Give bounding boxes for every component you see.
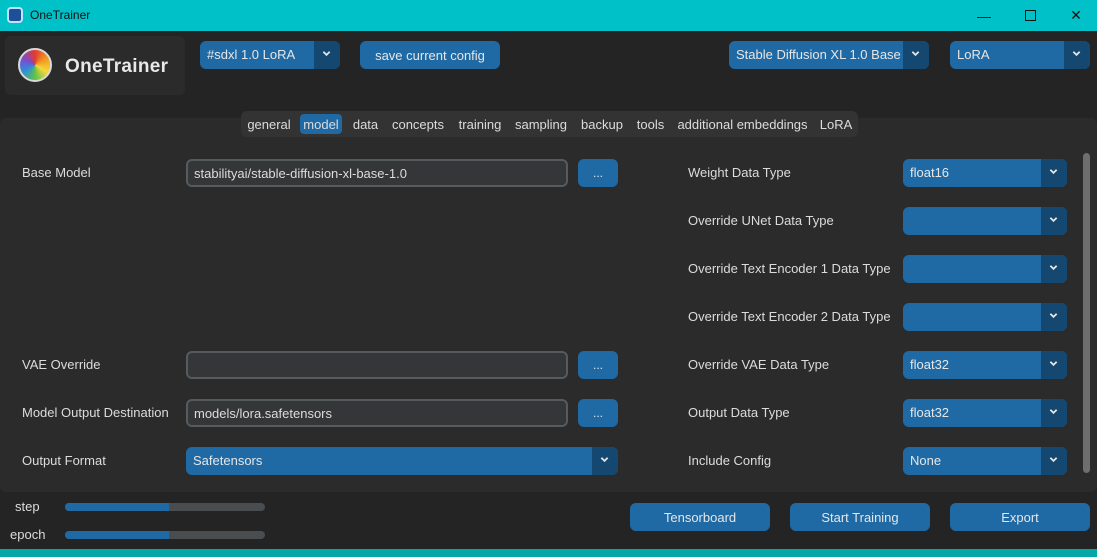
training-method-select-arrow[interactable] — [1064, 41, 1090, 69]
unet-dtype-arrow[interactable] — [1041, 207, 1067, 235]
chevron-down-icon — [1049, 361, 1058, 367]
training-method-select[interactable]: LoRA — [950, 41, 1090, 69]
close-icon: ✕ — [1070, 7, 1082, 23]
base-model-label: Base Model — [22, 165, 91, 180]
output-format-label: Output Format — [22, 453, 106, 468]
te1-dtype-arrow[interactable] — [1041, 255, 1067, 283]
export-button[interactable]: Export — [950, 503, 1090, 531]
step-progress-bar — [65, 503, 265, 511]
scrollbar-thumb[interactable] — [1083, 153, 1090, 473]
model-type-select-arrow[interactable] — [903, 41, 929, 69]
vae-dtype-arrow[interactable] — [1041, 351, 1067, 379]
config-select-arrow[interactable] — [314, 41, 340, 69]
weight-dtype-arrow[interactable] — [1041, 159, 1067, 187]
include-config-label: Include Config — [688, 453, 772, 468]
minimize-icon: — — [977, 7, 991, 24]
config-select-value: #sdxl 1.0 LoRA — [207, 47, 296, 62]
chevron-down-icon — [1049, 265, 1058, 271]
te2-dtype-select[interactable] — [903, 303, 1067, 331]
vae-override-label: VAE Override — [22, 357, 101, 372]
output-destination-browse-button[interactable]: ... — [578, 399, 618, 427]
close-button[interactable]: ✕ — [1053, 0, 1097, 31]
output-format-value: Safetensors — [193, 453, 263, 468]
output-destination-value: models/lora.safetensors — [194, 406, 333, 421]
tab-training[interactable]: training — [454, 114, 506, 134]
epoch-label: epoch — [10, 527, 46, 542]
app-icon — [7, 7, 23, 23]
minimize-button[interactable]: — — [961, 0, 1007, 31]
model-type-select-value: Stable Diffusion XL 1.0 Base — [736, 47, 901, 62]
output-dtype-label: Output Data Type — [688, 405, 790, 420]
chevron-down-icon — [600, 457, 609, 463]
unet-dtype-select[interactable] — [903, 207, 1067, 235]
vae-dtype-select[interactable]: float32 — [903, 351, 1067, 379]
start-training-button[interactable]: Start Training — [790, 503, 930, 531]
training-method-select-value: LoRA — [957, 47, 990, 62]
chevron-down-icon — [322, 51, 331, 57]
te1-dtype-label: Override Text Encoder 1 Data Type — [688, 261, 891, 276]
model-type-select[interactable]: Stable Diffusion XL 1.0 Base — [729, 41, 929, 69]
weight-dtype-select[interactable]: float16 — [903, 159, 1067, 187]
taskbar-strip — [0, 549, 1097, 557]
tab-data[interactable]: data — [349, 114, 382, 134]
vae-dtype-value: float32 — [910, 357, 950, 372]
output-dtype-arrow[interactable] — [1041, 399, 1067, 427]
unet-dtype-label: Override UNet Data Type — [688, 213, 834, 228]
te2-dtype-arrow[interactable] — [1041, 303, 1067, 331]
te2-dtype-label: Override Text Encoder 2 Data Type — [688, 309, 891, 324]
config-select[interactable]: #sdxl 1.0 LoRA — [200, 41, 340, 69]
save-config-button[interactable]: save current config — [360, 41, 500, 69]
tab-bar: general model data concepts training sam… — [241, 111, 858, 137]
maximize-icon — [1024, 10, 1036, 21]
step-label: step — [15, 499, 40, 514]
output-format-arrow[interactable] — [592, 447, 618, 475]
chevron-down-icon — [1049, 409, 1058, 415]
weight-dtype-value: float16 — [910, 165, 950, 180]
tab-lora[interactable]: LoRA — [817, 114, 855, 134]
output-dtype-select[interactable]: float32 — [903, 399, 1067, 427]
tab-sampling[interactable]: sampling — [512, 114, 570, 134]
tab-general[interactable]: general — [244, 114, 294, 134]
logo-text: OneTrainer — [65, 56, 169, 77]
include-config-value: None — [910, 453, 942, 468]
vae-override-browse-button[interactable]: ... — [578, 351, 618, 379]
include-config-arrow[interactable] — [1041, 447, 1067, 475]
chevron-down-icon — [1049, 457, 1058, 463]
tensorboard-button[interactable]: Tensorboard — [630, 503, 770, 531]
title-bar: OneTrainer — ✕ — [0, 0, 1097, 31]
base-model-value: stabilityai/stable-diffusion-xl-base-1.0 — [194, 166, 407, 181]
logo-icon — [18, 48, 52, 82]
vae-override-input[interactable] — [186, 351, 568, 379]
tab-additional-embeddings[interactable]: additional embeddings — [675, 114, 810, 134]
tab-backup[interactable]: backup — [577, 114, 627, 134]
chevron-down-icon — [1049, 313, 1058, 319]
window-title: OneTrainer — [30, 8, 91, 22]
weight-dtype-label: Weight Data Type — [688, 165, 791, 180]
chevron-down-icon — [1049, 217, 1058, 223]
output-destination-input[interactable]: models/lora.safetensors — [186, 399, 568, 427]
maximize-button[interactable] — [1007, 0, 1053, 31]
logo-box: OneTrainer — [5, 36, 185, 95]
epoch-progress-fill — [65, 531, 169, 539]
chevron-down-icon — [1049, 169, 1058, 175]
chevron-down-icon — [1072, 51, 1081, 57]
vae-dtype-label: Override VAE Data Type — [688, 357, 830, 372]
output-destination-label: Model Output Destination — [22, 405, 169, 420]
header: OneTrainer #sdxl 1.0 LoRA save current c… — [0, 31, 1097, 118]
te1-dtype-select[interactable] — [903, 255, 1067, 283]
output-dtype-value: float32 — [910, 405, 950, 420]
output-format-select[interactable]: Safetensors — [186, 447, 618, 475]
step-progress-fill — [65, 503, 169, 511]
tab-concepts[interactable]: concepts — [388, 114, 448, 134]
include-config-select[interactable]: None — [903, 447, 1067, 475]
epoch-progress-bar — [65, 531, 265, 539]
base-model-input[interactable]: stabilityai/stable-diffusion-xl-base-1.0 — [186, 159, 568, 187]
base-model-browse-button[interactable]: ... — [578, 159, 618, 187]
tab-model[interactable]: model — [300, 114, 342, 134]
chevron-down-icon — [911, 51, 920, 57]
tab-tools[interactable]: tools — [633, 114, 668, 134]
